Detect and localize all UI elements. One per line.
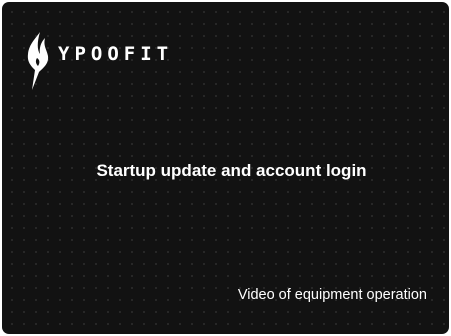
brand-name: YPOOFIT <box>58 42 174 65</box>
video-caption: Video of equipment operation <box>237 287 427 303</box>
video-title-card: YPOOFIT Startup update and account login… <box>2 2 449 334</box>
page-title: Startup update and account login <box>96 161 367 180</box>
flame-blade-icon <box>27 32 49 90</box>
brand-logo: YPOOFIT <box>26 32 173 90</box>
